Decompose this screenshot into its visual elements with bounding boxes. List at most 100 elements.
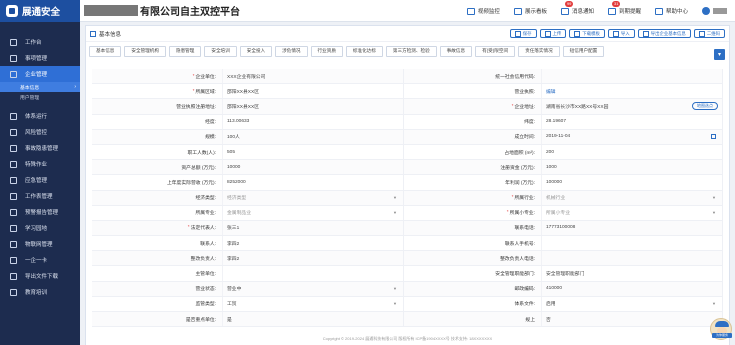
form-row: 营业状态: 营业中 ▼ 邮政编码: 410000 (92, 281, 723, 297)
upload-button[interactable]: 上传 (539, 29, 567, 38)
save-button[interactable]: 保存 (509, 29, 537, 38)
field-input[interactable] (541, 236, 723, 251)
user-menu[interactable] (702, 7, 727, 15)
form-row: * 法定代表人: 张三1 联系电话: 17773100008 (92, 220, 723, 237)
dashboard-link[interactable]: 展示看板 (513, 7, 547, 15)
field-input[interactable]: 28.19607 (541, 114, 723, 129)
sidebar-item-matters[interactable]: 事项管理 (0, 50, 80, 66)
expiry-reminder-link[interactable]: 31 到期提醒 (607, 1, 641, 15)
help-icon (654, 7, 663, 15)
tab-danger[interactable]: 涉危情况 (275, 45, 308, 57)
field-input[interactable]: 邵阳XX县XX区 (222, 99, 404, 114)
field-label-text: 占地面积 (m²): (504, 150, 535, 156)
field-label-text: 注册资金 (万元): (500, 165, 535, 171)
field-input[interactable]: 是 (222, 312, 404, 327)
calendar-icon[interactable] (711, 134, 716, 140)
sheet-icon (10, 192, 17, 200)
required-mark: * (192, 73, 195, 79)
tab-responsibility[interactable]: 责任落实情况 (518, 45, 560, 57)
field-input[interactable]: 17773100008 (541, 220, 723, 236)
assistant-widget[interactable]: 为你服务 (710, 318, 732, 340)
tab-investment[interactable]: 安全投入 (239, 45, 273, 57)
notification-link[interactable]: 99 消息通知 (560, 1, 594, 15)
tabs-more-button[interactable]: ▾ (714, 49, 725, 60)
field-input[interactable]: 张三1 (222, 220, 404, 236)
tab-third-party[interactable]: 第三方检测、检验 (385, 45, 437, 57)
field-input[interactable]: 2019-11-04 (541, 129, 723, 144)
field-select[interactable]: 启用 ▼ (541, 296, 723, 311)
info-tabs: 基本信息 安全管理机构 隐患管理 安全培训 安全投入 涉危情况 行业资质 标准化… (86, 42, 729, 60)
field-input[interactable]: 10000 (222, 160, 404, 175)
tab-standardization[interactable]: 标准化达标 (345, 45, 383, 57)
sidebar-subitem-basic-info[interactable]: 基本信息 › (0, 82, 80, 92)
tab-sms-config[interactable]: 短信用户配置 (562, 45, 605, 57)
field-select[interactable]: 经济类型 ▼ (222, 190, 404, 205)
field-label: 资产总额 (万元): (92, 160, 222, 174)
field-select[interactable]: 营业中 ▼ (222, 281, 404, 296)
field-value: 113.00633 (227, 119, 250, 125)
field-input[interactable] (541, 251, 723, 266)
field-select[interactable]: 工贸 ▼ (222, 296, 404, 311)
field-input[interactable]: 邵阳XX县XX区 (222, 84, 404, 99)
field-input[interactable]: 1000 (541, 160, 723, 175)
sidebar-item-download[interactable]: 导出文件下载 (0, 268, 80, 284)
field-select[interactable]: 机械行业 ▼ (541, 190, 723, 205)
sidebar-item-education[interactable]: 教育培训 (0, 284, 80, 300)
tab-accident[interactable]: 事故信息 (439, 45, 473, 57)
dashboard-icon (513, 7, 522, 15)
sidebar-item-card[interactable]: 一企一卡 (0, 252, 80, 268)
field-select[interactable]: 所属小专业 ▼ (541, 205, 723, 220)
import-button[interactable]: 导入 (607, 29, 635, 38)
field-input[interactable]: 100人 (222, 129, 404, 144)
video-monitor-link[interactable]: 视频监控 (466, 7, 500, 15)
field-input[interactable]: 410000 (541, 281, 723, 296)
field-input[interactable]: 200 (541, 144, 723, 160)
field-input[interactable]: XXX企业有限公司 (222, 69, 404, 84)
tab-safety-org[interactable]: 安全管理机构 (124, 45, 166, 57)
field-label-text: 邮政编码: (514, 287, 535, 293)
sidebar-item-risk[interactable]: 风险管控 (0, 124, 80, 140)
tab-training[interactable]: 安全培训 (204, 45, 237, 57)
download-template-button[interactable]: 下载模板 (569, 29, 605, 38)
sidebar: 工作台 事项管理 企业管理 基本信息 › 用户管理 体系运行 风险管控 事故隐患管… (0, 22, 80, 345)
sidebar-item-emergency[interactable]: 应急管理 (0, 172, 80, 188)
sidebar-item-hazard[interactable]: 事故隐患管理 (0, 140, 80, 156)
field-input[interactable]: 湖南省长沙市XX路XX号XX园 地图选点 (541, 99, 723, 114)
field-input[interactable]: 113.00633 (222, 114, 404, 129)
field-input[interactable] (222, 266, 404, 281)
sidebar-item-special-work[interactable]: 特殊作业 (0, 156, 80, 172)
tab-confined-space[interactable]: 有(受)限空间 (475, 45, 516, 57)
home-icon (10, 38, 17, 46)
sidebar-item-worksheet[interactable]: 工作表管理 (0, 188, 80, 204)
field-value: 是 (227, 317, 232, 323)
field-input[interactable] (541, 69, 723, 84)
tab-qualification[interactable]: 行业资质 (310, 45, 343, 57)
sidebar-item-study[interactable]: 学习园地 (0, 220, 80, 236)
tab-basic-info[interactable]: 基本信息 (89, 45, 122, 57)
sidebar-item-enterprise[interactable]: 企业管理 (0, 66, 80, 82)
field-input[interactable]: 否 (541, 312, 723, 327)
field-input[interactable]: 100000 (541, 175, 723, 190)
field-input[interactable]: 李四2 (222, 251, 404, 266)
export-basic-info-button[interactable]: 导出企业基本信息 (637, 29, 691, 38)
tab-hazard[interactable]: 隐患管理 (168, 45, 202, 57)
form-row: 规模: 100人 成立时间: 2019-11-04 (92, 129, 723, 145)
sidebar-item-workbench[interactable]: 工作台 (0, 34, 80, 50)
sidebar-item-alert-report[interactable]: 预警报告管理 (0, 204, 80, 220)
brand[interactable]: 展通安全 (0, 0, 80, 22)
qrcode-button[interactable]: 二维码 (693, 29, 725, 38)
field-label-text: 整改负责人电话: (500, 256, 535, 262)
field-input[interactable]: 李四2 (222, 236, 404, 251)
field-input[interactable]: 8252000 (222, 175, 404, 190)
field-input[interactable]: 安全管理职能部门 (541, 266, 723, 281)
help-center-link[interactable]: 帮助中心 (654, 7, 688, 15)
field-label-text: 职工人数(人): (187, 150, 216, 156)
field-link[interactable]: 编辑 (541, 84, 723, 99)
field-input[interactable]: 505 (222, 144, 404, 160)
map-pick-button[interactable]: 地图选点 (692, 102, 718, 111)
sidebar-item-iot[interactable]: 物联网管理 (0, 236, 80, 252)
field-select[interactable]: 金属制品业 ▼ (222, 205, 404, 220)
sidebar-item-system[interactable]: 体系运行 (0, 108, 80, 124)
sidebar-subitem-users[interactable]: 用户管理 (0, 92, 80, 102)
form-row: * 所属区域: 邵阳XX县XX区 营业执照: 编辑 (92, 84, 723, 100)
